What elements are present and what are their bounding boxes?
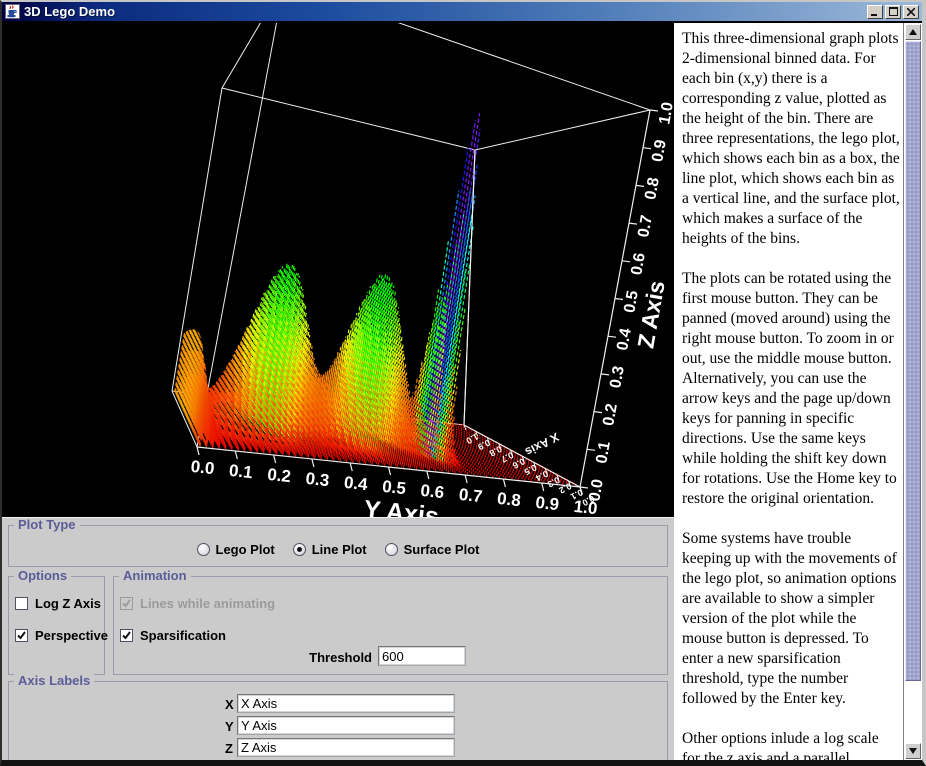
radio-lego-plot[interactable]: Lego Plot	[197, 542, 275, 557]
svg-text:0.9: 0.9	[649, 138, 670, 163]
animation-group: Animation Lines while animatingSparsific…	[113, 576, 668, 675]
arrow-down-icon	[909, 748, 917, 754]
help-paragraph: Other options inlude a log scale for the…	[682, 729, 900, 760]
svg-text:0.1: 0.1	[593, 440, 614, 465]
svg-text:0.1: 0.1	[228, 461, 253, 482]
arrow-up-icon	[909, 29, 917, 35]
options-group: Options Log Z AxisPerspective	[8, 576, 105, 675]
svg-text:0.4: 0.4	[343, 473, 369, 494]
checkbox-lines-while-animating: Lines while animating	[120, 596, 275, 611]
plot-3d-display[interactable]: 0.00.10.20.30.40.50.60.70.80.91.0Y Axis0…	[2, 23, 674, 517]
svg-text:0.6: 0.6	[628, 251, 649, 276]
maximize-button[interactable]	[885, 5, 901, 19]
data-lines	[175, 113, 576, 486]
svg-text:0.3: 0.3	[305, 469, 330, 490]
svg-text:0.9: 0.9	[535, 493, 560, 514]
title-bar[interactable]: 3D Lego Demo	[2, 2, 922, 21]
checkbox-box	[15, 629, 28, 642]
radio-circle	[385, 543, 398, 556]
svg-text:0.2: 0.2	[266, 465, 291, 486]
close-button[interactable]	[903, 5, 919, 19]
svg-text:0.6: 0.6	[420, 481, 445, 502]
svg-text:0.7: 0.7	[458, 485, 483, 506]
axis-field-label-z: Z	[225, 741, 233, 756]
checkbox-label: Sparsification	[140, 628, 226, 643]
app-window: 3D Lego Demo 0.00.10.20.30.40.50.60.70.8…	[0, 0, 926, 766]
svg-text:0.2: 0.2	[600, 402, 621, 427]
checkbox-label: Log Z Axis	[35, 596, 101, 611]
x-axis: 0.00.10.20.30.40.50.60.70.80.91.0X Axis	[464, 425, 596, 508]
axis-field-label-x: X	[225, 697, 234, 712]
radio-circle	[197, 543, 210, 556]
svg-text:0.3: 0.3	[607, 365, 628, 390]
plot-type-group: Plot Type Lego PlotLine PlotSurface Plot	[8, 525, 668, 567]
svg-text:0.0: 0.0	[190, 457, 215, 478]
minimize-button[interactable]	[867, 5, 883, 19]
checkbox-box	[120, 597, 133, 610]
checkbox-log-z-axis[interactable]: Log Z Axis	[15, 596, 101, 611]
radio-label: Surface Plot	[404, 542, 480, 557]
axis-input-z[interactable]	[237, 738, 455, 757]
svg-text:1.0: 1.0	[656, 101, 674, 126]
scroll-down-button[interactable]	[905, 743, 921, 759]
java-coffee-cup-icon	[5, 4, 20, 19]
x-axis-title: X Axis	[523, 430, 562, 460]
checkbox-label: Lines while animating	[140, 596, 275, 611]
svg-text:0.8: 0.8	[496, 489, 521, 510]
scrollbar-thumb[interactable]	[905, 41, 921, 681]
radio-circle	[293, 543, 306, 556]
svg-text:0.5: 0.5	[381, 477, 406, 498]
help-text: This three-dimensional graph plots 2-dim…	[674, 23, 903, 760]
svg-text:0.7: 0.7	[635, 214, 656, 239]
checkbox-label: Perspective	[35, 628, 108, 643]
control-panel: Plot Type Lego Plot Line Plot Surface Plot…	[2, 517, 674, 760]
radio-label: Line Plot	[312, 542, 367, 557]
radio-line-plot[interactable]: Line Plot	[293, 542, 367, 557]
axis-input-x[interactable]	[237, 694, 455, 713]
axis-field-label-y: Y	[225, 719, 234, 734]
help-paragraph: The plots can be rotated using the first…	[682, 269, 900, 509]
vertical-scrollbar[interactable]	[903, 23, 922, 760]
scroll-up-button[interactable]	[905, 24, 921, 40]
svg-text:0.4: 0.4	[614, 327, 635, 352]
plot-type-radio-row: Lego Plot Line Plot Surface Plot	[9, 542, 667, 557]
plot-type-group-title: Plot Type	[14, 518, 80, 532]
checkbox-box	[15, 597, 28, 610]
help-paragraph: This three-dimensional graph plots 2-dim…	[682, 29, 900, 249]
z-axis-title: Z Axis	[632, 279, 669, 351]
checkbox-perspective[interactable]: Perspective	[15, 628, 108, 643]
axis-labels-group: Axis Labels XYZ	[8, 681, 668, 762]
window-title: 3D Lego Demo	[24, 2, 867, 21]
checkbox-box	[120, 629, 133, 642]
radio-label: Lego Plot	[216, 542, 275, 557]
threshold-label: Threshold	[309, 650, 372, 665]
help-panel: This three-dimensional graph plots 2-dim…	[674, 23, 922, 760]
help-paragraph: Some systems have trouble keeping up wit…	[682, 529, 900, 709]
checkbox-sparsification[interactable]: Sparsification	[120, 628, 226, 643]
plot-3d-svg: 0.00.10.20.30.40.50.60.70.80.91.0Y Axis0…	[2, 23, 674, 517]
svg-text:0.8: 0.8	[642, 176, 663, 201]
z-axis: 0.00.10.20.30.40.50.60.70.80.91.0Z Axis	[580, 101, 674, 503]
threshold-input[interactable]	[378, 646, 466, 666]
axis-input-y[interactable]	[237, 716, 455, 735]
radio-surface-plot[interactable]: Surface Plot	[385, 542, 480, 557]
